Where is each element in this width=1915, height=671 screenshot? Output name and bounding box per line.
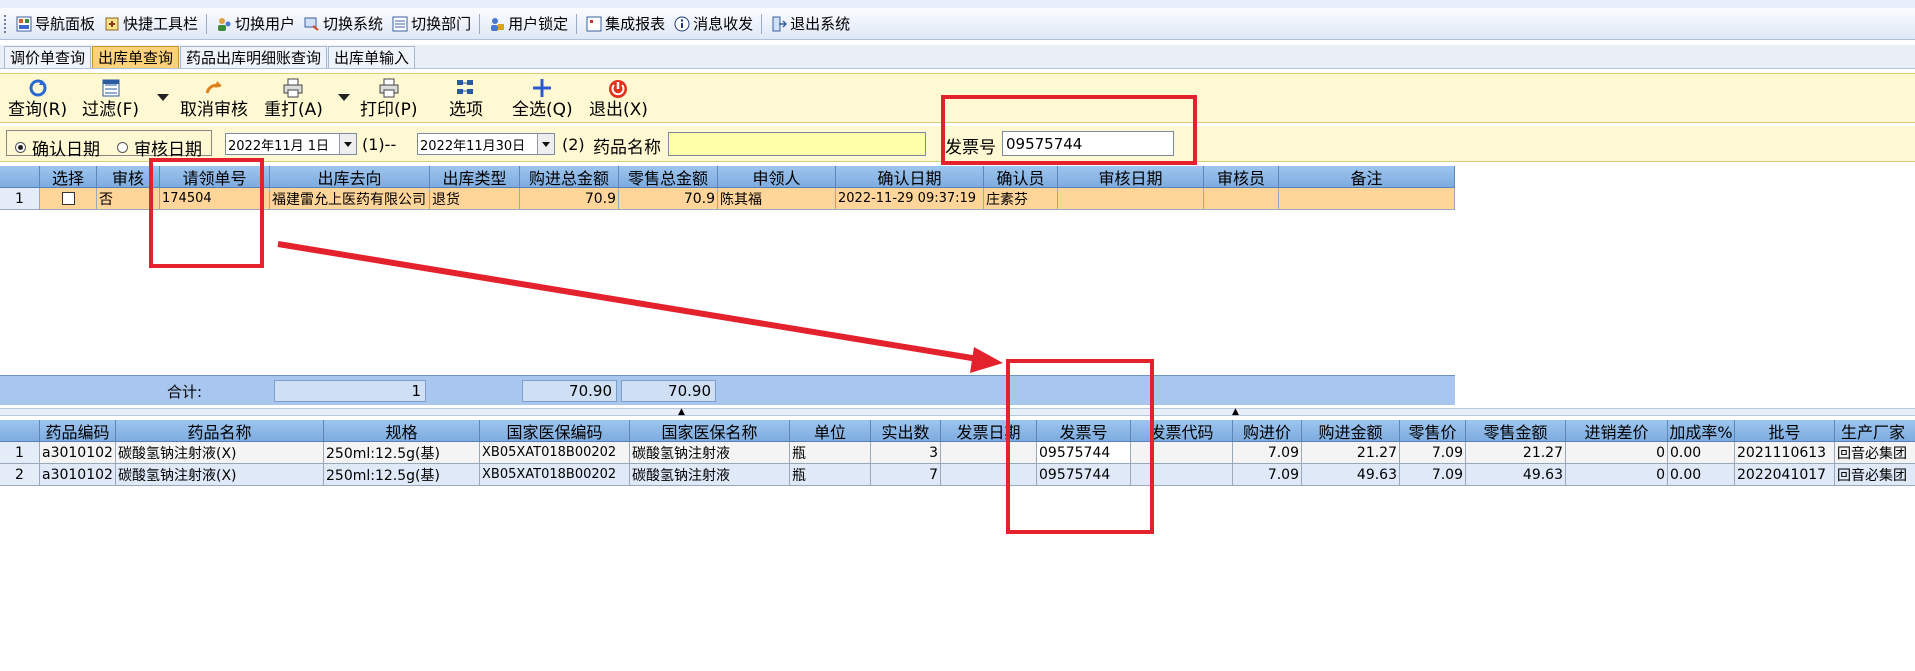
app-window: 导航面板 快捷工具栏 切换用户 切换系统 切换部门 用户锁定 集成报表 消息收发…	[0, 0, 1915, 671]
annotation-arrow	[277, 241, 1003, 373]
